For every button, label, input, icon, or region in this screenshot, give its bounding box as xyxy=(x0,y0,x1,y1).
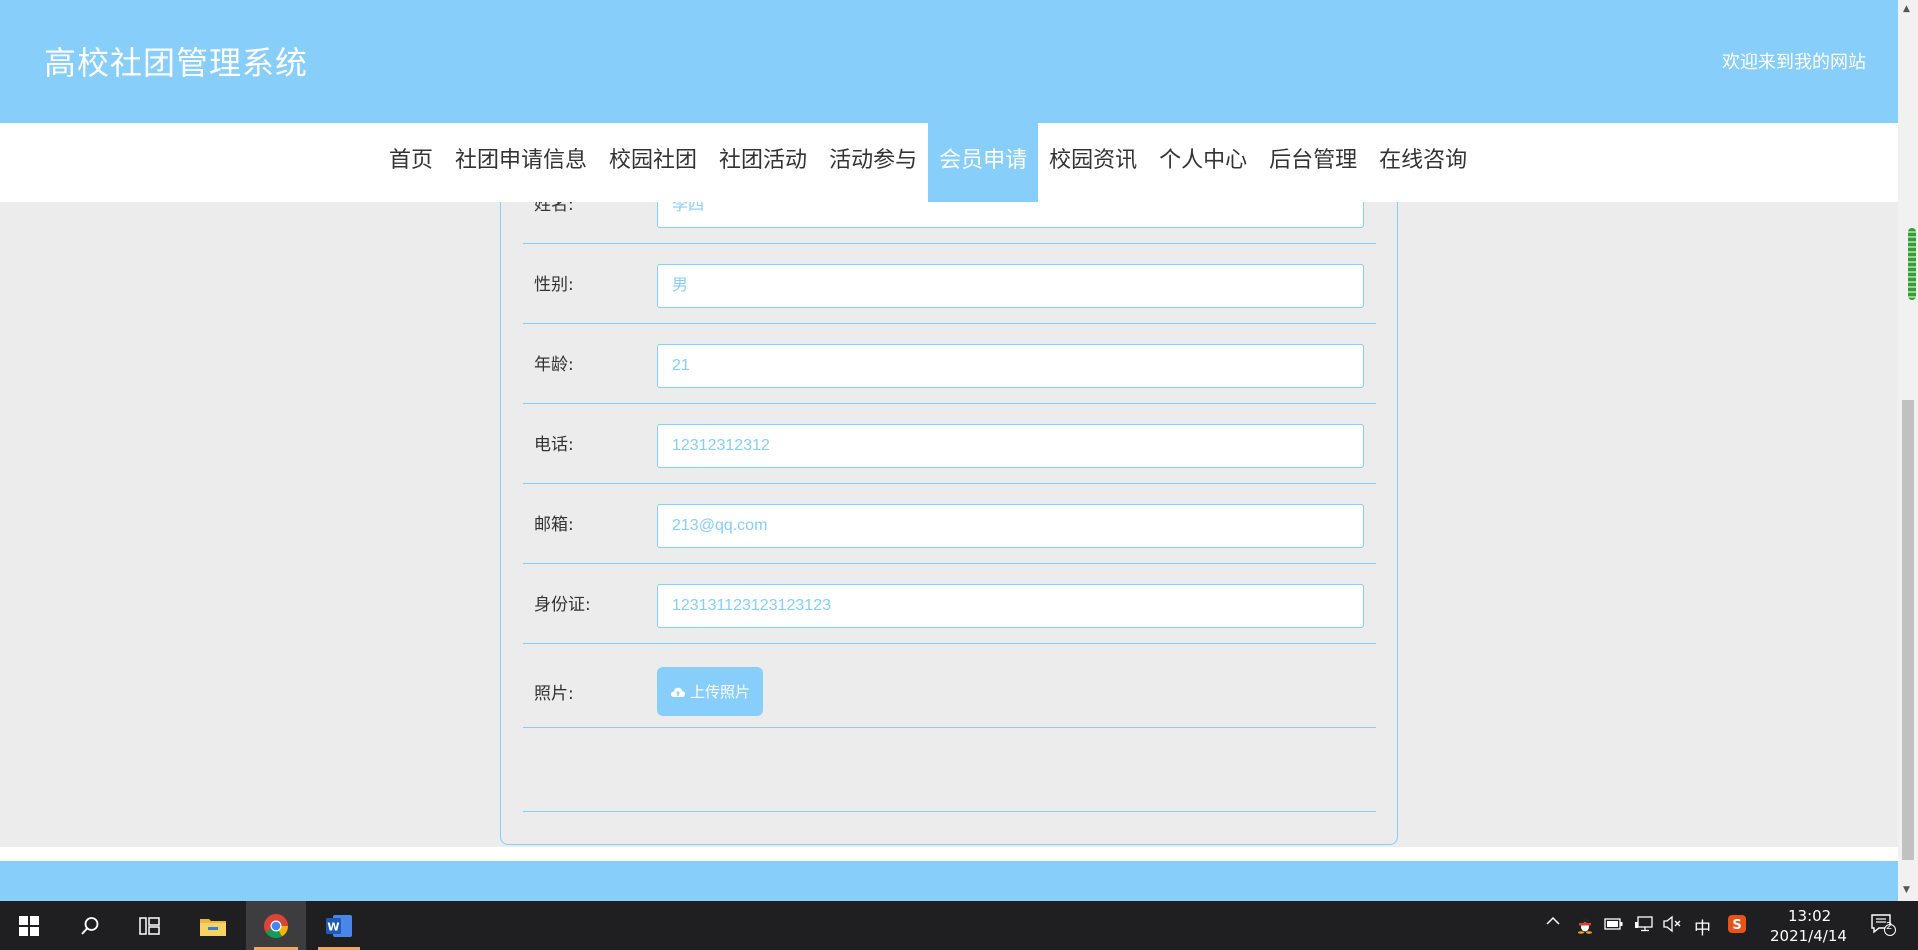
id-card-input[interactable]: 123131123123123123 xyxy=(657,584,1364,628)
scroll-down-icon[interactable]: ▼ xyxy=(1903,885,1910,895)
scroll-indicator xyxy=(1908,228,1916,300)
footer-gap xyxy=(0,847,1898,861)
site-header: 高校社团管理系统 欢迎来到我的网站 xyxy=(0,0,1898,123)
windows-start-icon[interactable] xyxy=(0,901,58,950)
task-view-icon[interactable] xyxy=(122,901,178,950)
taskbar-time[interactable]: 13:02 xyxy=(1788,907,1831,925)
email-input[interactable]: 213@qq.com xyxy=(657,504,1364,548)
form-row-id-card: 身份证: 123131123123123123 xyxy=(523,563,1376,644)
taskbar-date[interactable]: 2021/4/14 xyxy=(1770,927,1847,945)
nav-item-member-application[interactable]: 会员申请 xyxy=(928,123,1039,202)
form-row-email: 邮箱: 213@qq.com xyxy=(523,483,1376,564)
nav-item-club-application-info[interactable]: 社团申请信息 xyxy=(444,123,598,202)
form-row-phone: 电话: 12312312312 xyxy=(523,403,1376,484)
chrome-icon[interactable] xyxy=(246,901,306,950)
id-card-label: 身份证: xyxy=(534,595,591,615)
file-explorer-icon[interactable] xyxy=(184,901,242,950)
nav-item-club-activities[interactable]: 社团活动 xyxy=(708,123,818,202)
nav-item-personal-center[interactable]: 个人中心 xyxy=(1148,123,1258,202)
nav-item-admin[interactable]: 后台管理 xyxy=(1258,123,1368,202)
gender-label: 性别: xyxy=(534,275,574,295)
site-title: 高校社团管理系统 xyxy=(44,44,309,82)
form-row-gender: 性别: 男 xyxy=(523,243,1376,324)
nav-item-online-consult[interactable]: 在线咨询 xyxy=(1368,123,1478,202)
nav-item-activity-participation[interactable]: 活动参与 xyxy=(818,123,928,202)
form-row-photo: 照片: 上传照片 xyxy=(523,643,1376,728)
word-icon[interactable]: W xyxy=(310,901,368,950)
site-footer xyxy=(0,861,1898,901)
email-label: 邮箱: xyxy=(534,515,574,535)
nav-item-home[interactable]: 首页 xyxy=(378,123,444,202)
sogou-input-icon[interactable]: S xyxy=(1727,914,1747,938)
page-scrollbar[interactable]: ▲ ▼ xyxy=(1898,0,1918,901)
cloud-upload-icon xyxy=(670,687,686,697)
photo-label: 照片: xyxy=(534,684,574,704)
age-input[interactable]: 21 xyxy=(657,344,1364,388)
network-icon[interactable] xyxy=(1634,916,1654,936)
phone-label: 电话: xyxy=(534,435,574,455)
notification-count: 2 xyxy=(1886,921,1893,932)
main-nav: 首页 社团申请信息 校园社团 社团活动 活动参与 会员申请 校园资讯 个人中心 … xyxy=(0,123,1898,202)
scroll-up-icon[interactable]: ▲ xyxy=(1903,4,1910,14)
upload-photo-button[interactable]: 上传照片 xyxy=(657,667,763,716)
notification-icon[interactable]: 2 xyxy=(1870,913,1896,941)
age-label: 年龄: xyxy=(534,355,574,375)
scroll-thumb[interactable] xyxy=(1902,400,1914,860)
gender-input[interactable]: 男 xyxy=(657,264,1364,308)
search-icon[interactable] xyxy=(62,901,118,950)
windows-taskbar: W 中 S 13:02 2021/4/14 2 xyxy=(0,901,1918,950)
chevron-up-icon[interactable] xyxy=(1545,913,1561,933)
qq-penguin-icon[interactable] xyxy=(1576,914,1594,938)
divider xyxy=(523,811,1376,812)
nav-item-campus-clubs[interactable]: 校园社团 xyxy=(598,123,708,202)
input-method-indicator[interactable]: 中 xyxy=(1694,914,1711,939)
phone-input[interactable]: 12312312312 xyxy=(657,424,1364,468)
nav-item-campus-news[interactable]: 校园资讯 xyxy=(1038,123,1148,202)
welcome-text: 欢迎来到我的网站 xyxy=(1722,52,1866,73)
svg-text:S: S xyxy=(1732,918,1741,933)
battery-icon[interactable] xyxy=(1604,916,1624,936)
svg-text:W: W xyxy=(327,920,339,933)
upload-photo-label: 上传照片 xyxy=(689,683,750,701)
volume-muted-icon[interactable] xyxy=(1662,915,1682,937)
form-row-age: 年龄: 21 xyxy=(523,323,1376,404)
